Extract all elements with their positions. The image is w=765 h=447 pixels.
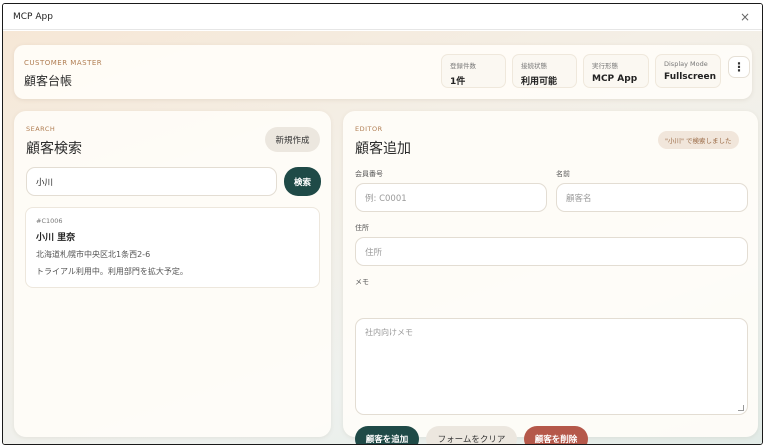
customer-id: #C1006 (36, 217, 63, 225)
window-title: MCP App (13, 11, 53, 22)
more-menu-button[interactable]: ⋮ (728, 56, 750, 78)
memo-field[interactable]: 社内向けメモ (355, 318, 748, 415)
memo-label: メモ (355, 278, 369, 286)
stat-execution-mode: 実行形態 MCP App (583, 54, 649, 88)
stat-label: 実行形態 (592, 62, 618, 70)
search-panel: SEARCH 顧客検索 新規作成 小川 検索 #C1006 小川 里奈 北海道札… (14, 111, 331, 437)
stat-value: Fullscreen (664, 72, 717, 82)
member-no-label: 会員番号 (355, 170, 383, 178)
address-label: 住所 (355, 224, 369, 232)
clear-form-button[interactable]: フォームをクリア (426, 426, 517, 444)
customer-name: 小川 里奈 (36, 233, 76, 243)
stat-registered-count: 登録件数 1件 (441, 54, 506, 88)
stat-value: 1件 (450, 77, 466, 87)
search-subtitle: SEARCH (26, 125, 56, 133)
editor-panel: EDITOR 顧客追加 "小川" で検索しました 会員番号 例: C0001 名… (343, 111, 758, 444)
add-customer-button[interactable]: 顧客を追加 (355, 426, 419, 444)
stat-label: 登録件数 (450, 62, 476, 70)
close-icon[interactable]: × (740, 11, 750, 23)
new-customer-button[interactable]: 新規作成 (265, 127, 320, 152)
more-vertical-icon: ⋮ (733, 60, 745, 74)
stat-connection-status: 接続状態 利用可能 (512, 54, 577, 88)
app-window: MCP App × CUSTOMER MASTER 顧客台帳 登録件数 1件 接… (2, 3, 763, 445)
app-content: CUSTOMER MASTER 顧客台帳 登録件数 1件 接続状態 利用可能 実… (3, 31, 762, 444)
stat-label: Display Mode (664, 60, 708, 68)
stat-display-mode: Display Mode Fullscreen (655, 54, 721, 88)
editor-subtitle: EDITOR (355, 125, 383, 133)
status-badge: "小川" で検索しました (658, 131, 739, 149)
search-button[interactable]: 検索 (284, 167, 321, 196)
editor-title: 顧客追加 (355, 141, 411, 157)
address-field[interactable]: 住所 (355, 237, 748, 266)
customer-memo: トライアル利用中。利用部門を拡大予定。 (36, 267, 188, 276)
list-item[interactable]: #C1006 小川 里奈 北海道札幌市中央区北1条西2-6 トライアル利用中。利… (25, 207, 320, 288)
delete-customer-button[interactable]: 顧客を削除 (524, 426, 588, 444)
customer-address: 北海道札幌市中央区北1条西2-6 (36, 250, 151, 259)
name-field[interactable]: 顧客名 (556, 183, 748, 212)
name-label: 名前 (556, 170, 570, 178)
search-title: 顧客検索 (26, 141, 82, 157)
title-bar: MCP App × (3, 4, 762, 30)
header-card: CUSTOMER MASTER 顧客台帳 登録件数 1件 接続状態 利用可能 実… (14, 45, 752, 99)
page-title: 顧客台帳 (24, 74, 73, 88)
resize-handle-icon[interactable] (738, 405, 744, 411)
member-no-field[interactable]: 例: C0001 (355, 183, 547, 212)
memo-placeholder: 社内向けメモ (365, 328, 413, 337)
stat-label: 接続状態 (521, 62, 547, 70)
stat-value: 利用可能 (521, 77, 558, 87)
search-input[interactable]: 小川 (26, 167, 277, 196)
stat-value: MCP App (592, 74, 638, 84)
header-subtitle: CUSTOMER MASTER (24, 59, 103, 67)
